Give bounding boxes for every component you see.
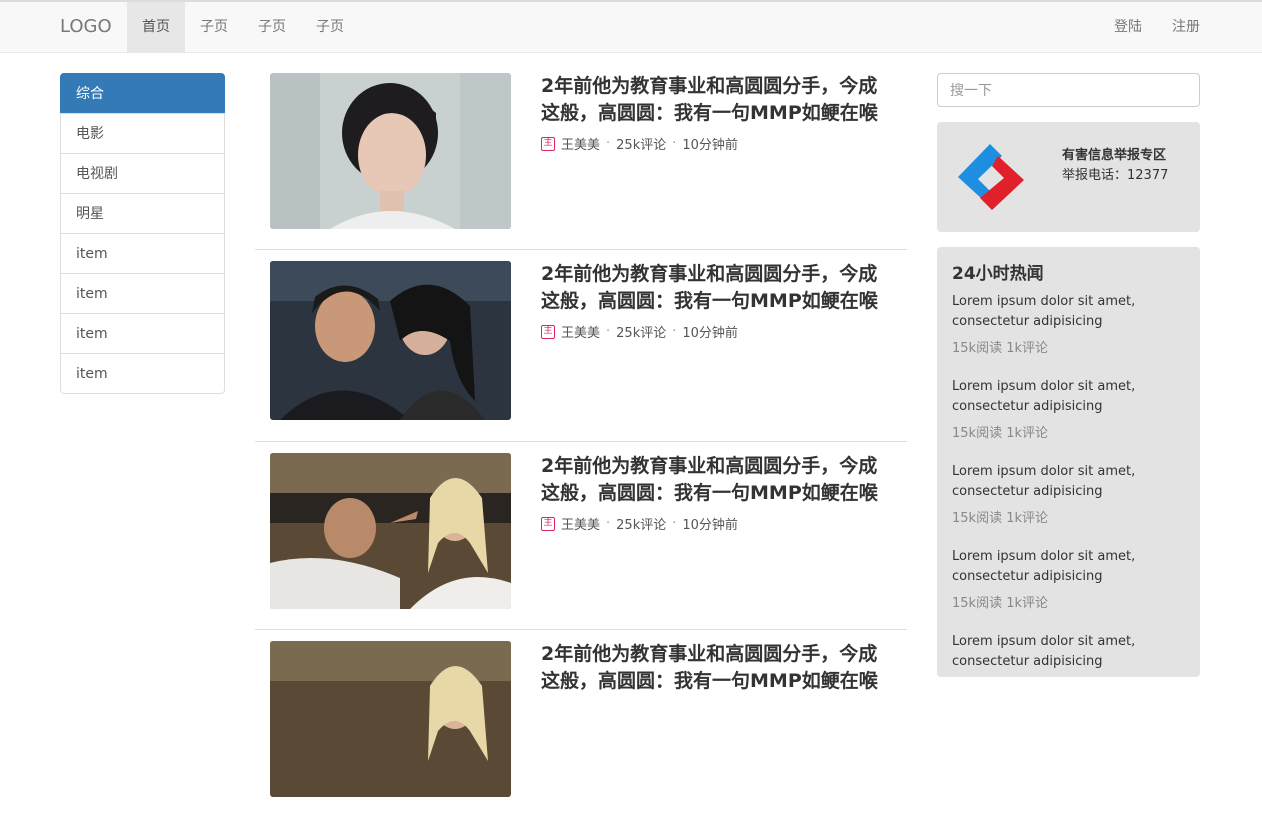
author-badge-icon: 主	[541, 324, 555, 339]
category-item-stars[interactable]: 明星	[60, 193, 225, 234]
hot-news-text[interactable]: Lorem ipsum dolor sit amet, consectetur …	[952, 292, 1182, 332]
report-banner[interactable]: 有害信息举报专区 举报电话：12377	[937, 122, 1200, 232]
author-badge-icon: 主	[541, 136, 555, 151]
hot-news-item[interactable]: Lorem ipsum dolor sit amet, consectetur …	[952, 462, 1182, 547]
hot-news-item[interactable]: Lorem ipsum dolor sit amet, consectetur …	[952, 292, 1182, 377]
news-title[interactable]: 2年前他为教育事业和高圆圆分手，今成这般，高圆圆：我有一句MMP如鲠在喉	[541, 261, 891, 315]
category-item-movies[interactable]: 电影	[60, 113, 225, 154]
report-phone: 举报电话：12377	[1062, 168, 1169, 183]
category-list: 综合 电影 电视剧 明星 item item item item	[60, 73, 225, 394]
news-time: 10分钟前	[682, 138, 738, 153]
meta-separator: ·	[672, 324, 677, 339]
hot-news-item[interactable]: Lorem ipsum dolor sit amet, consectetur …	[952, 632, 1182, 677]
hot-news-text[interactable]: Lorem ipsum dolor sit amet, consectetur …	[952, 377, 1182, 417]
news-title[interactable]: 2年前他为教育事业和高圆圆分手，今成这般，高圆圆：我有一句MMP如鲠在喉	[541, 641, 891, 695]
news-time: 10分钟前	[682, 326, 738, 341]
news-author[interactable]: 王美美	[561, 322, 600, 341]
news-item[interactable]: 2年前他为教育事业和高圆圆分手，今成这般，高圆圆：我有一句MMP如鲠在喉 主 王…	[255, 73, 907, 250]
hot-news-list: Lorem ipsum dolor sit amet, consectetur …	[952, 292, 1182, 677]
news-feed: 2年前他为教育事业和高圆圆分手，今成这般，高圆圆：我有一句MMP如鲠在喉 主 王…	[255, 73, 907, 818]
news-item[interactable]: 2年前他为教育事业和高圆圆分手，今成这般，高圆圆：我有一句MMP如鲠在喉	[255, 641, 907, 818]
logo[interactable]: LOGO	[60, 16, 112, 37]
news-comments: 25k评论	[616, 518, 667, 533]
meta-separator: ·	[606, 516, 611, 531]
category-item-tv[interactable]: 电视剧	[60, 153, 225, 194]
hot-news-text[interactable]: Lorem ipsum dolor sit amet, consectetur …	[952, 547, 1182, 587]
category-item[interactable]: item	[60, 273, 225, 314]
news-author[interactable]: 王美美	[561, 514, 600, 533]
news-time: 10分钟前	[682, 518, 738, 533]
news-title[interactable]: 2年前他为教育事业和高圆圆分手，今成这般，高圆圆：我有一句MMP如鲠在喉	[541, 73, 891, 127]
hot-news-stats: 15k阅读 1k评论	[952, 341, 1049, 356]
hot-news-item[interactable]: Lorem ipsum dolor sit amet, consectetur …	[952, 377, 1182, 462]
news-meta: 主 王美美 · 25k评论 · 10分钟前	[541, 134, 738, 153]
category-item[interactable]: item	[60, 353, 225, 394]
register-link[interactable]: 注册	[1157, 2, 1215, 52]
category-item[interactable]: item	[60, 233, 225, 274]
hot-news-stats: 15k阅读 1k评论	[952, 511, 1049, 526]
hot-news-title: 24小时热闻	[952, 264, 1044, 284]
news-thumbnail[interactable]	[270, 261, 511, 420]
login-link[interactable]: 登陆	[1099, 2, 1157, 52]
category-item[interactable]: item	[60, 313, 225, 354]
news-meta: 主 王美美 · 25k评论 · 10分钟前	[541, 514, 738, 533]
meta-separator: ·	[606, 324, 611, 339]
meta-separator: ·	[672, 136, 677, 151]
news-author[interactable]: 王美美	[561, 134, 600, 153]
meta-separator: ·	[672, 516, 677, 531]
news-thumbnail[interactable]	[270, 453, 511, 609]
news-thumbnail[interactable]	[270, 641, 511, 797]
hot-news-text[interactable]: Lorem ipsum dolor sit amet, consectetur …	[952, 632, 1182, 672]
news-meta: 主 王美美 · 25k评论 · 10分钟前	[541, 322, 738, 341]
top-navbar: LOGO 首页 子页 子页 子页 登陆 注册	[0, 0, 1262, 53]
news-item[interactable]: 2年前他为教育事业和高圆圆分手，今成这般，高圆圆：我有一句MMP如鲠在喉 主 王…	[255, 453, 907, 630]
news-comments: 25k评论	[616, 326, 667, 341]
nav-item-subpage-3[interactable]: 子页	[301, 2, 359, 52]
news-title[interactable]: 2年前他为教育事业和高圆圆分手，今成这般，高圆圆：我有一句MMP如鲠在喉	[541, 453, 891, 507]
hot-news-stats: 15k阅读 1k评论	[952, 596, 1049, 611]
author-badge-icon: 主	[541, 516, 555, 531]
hot-news-item[interactable]: Lorem ipsum dolor sit amet, consectetur …	[952, 547, 1182, 632]
hot-news-stats: 15k阅读 1k评论	[952, 426, 1049, 441]
hot-news-panel: 24小时热闻 Lorem ipsum dolor sit amet, conse…	[937, 247, 1200, 677]
news-comments: 25k评论	[616, 138, 667, 153]
search-input[interactable]	[937, 73, 1200, 107]
nav-item-home[interactable]: 首页	[127, 2, 185, 52]
meta-separator: ·	[606, 136, 611, 151]
nav-item-subpage-1[interactable]: 子页	[185, 2, 243, 52]
news-item[interactable]: 2年前他为教育事业和高圆圆分手，今成这般，高圆圆：我有一句MMP如鲠在喉 主 王…	[255, 261, 907, 442]
news-thumbnail[interactable]	[270, 73, 511, 229]
hot-news-text[interactable]: Lorem ipsum dolor sit amet, consectetur …	[952, 462, 1182, 502]
report-logo-icon	[952, 142, 1030, 216]
report-title: 有害信息举报专区	[1062, 148, 1167, 163]
category-item-all[interactable]: 综合	[60, 73, 225, 114]
nav-item-subpage-2[interactable]: 子页	[243, 2, 301, 52]
